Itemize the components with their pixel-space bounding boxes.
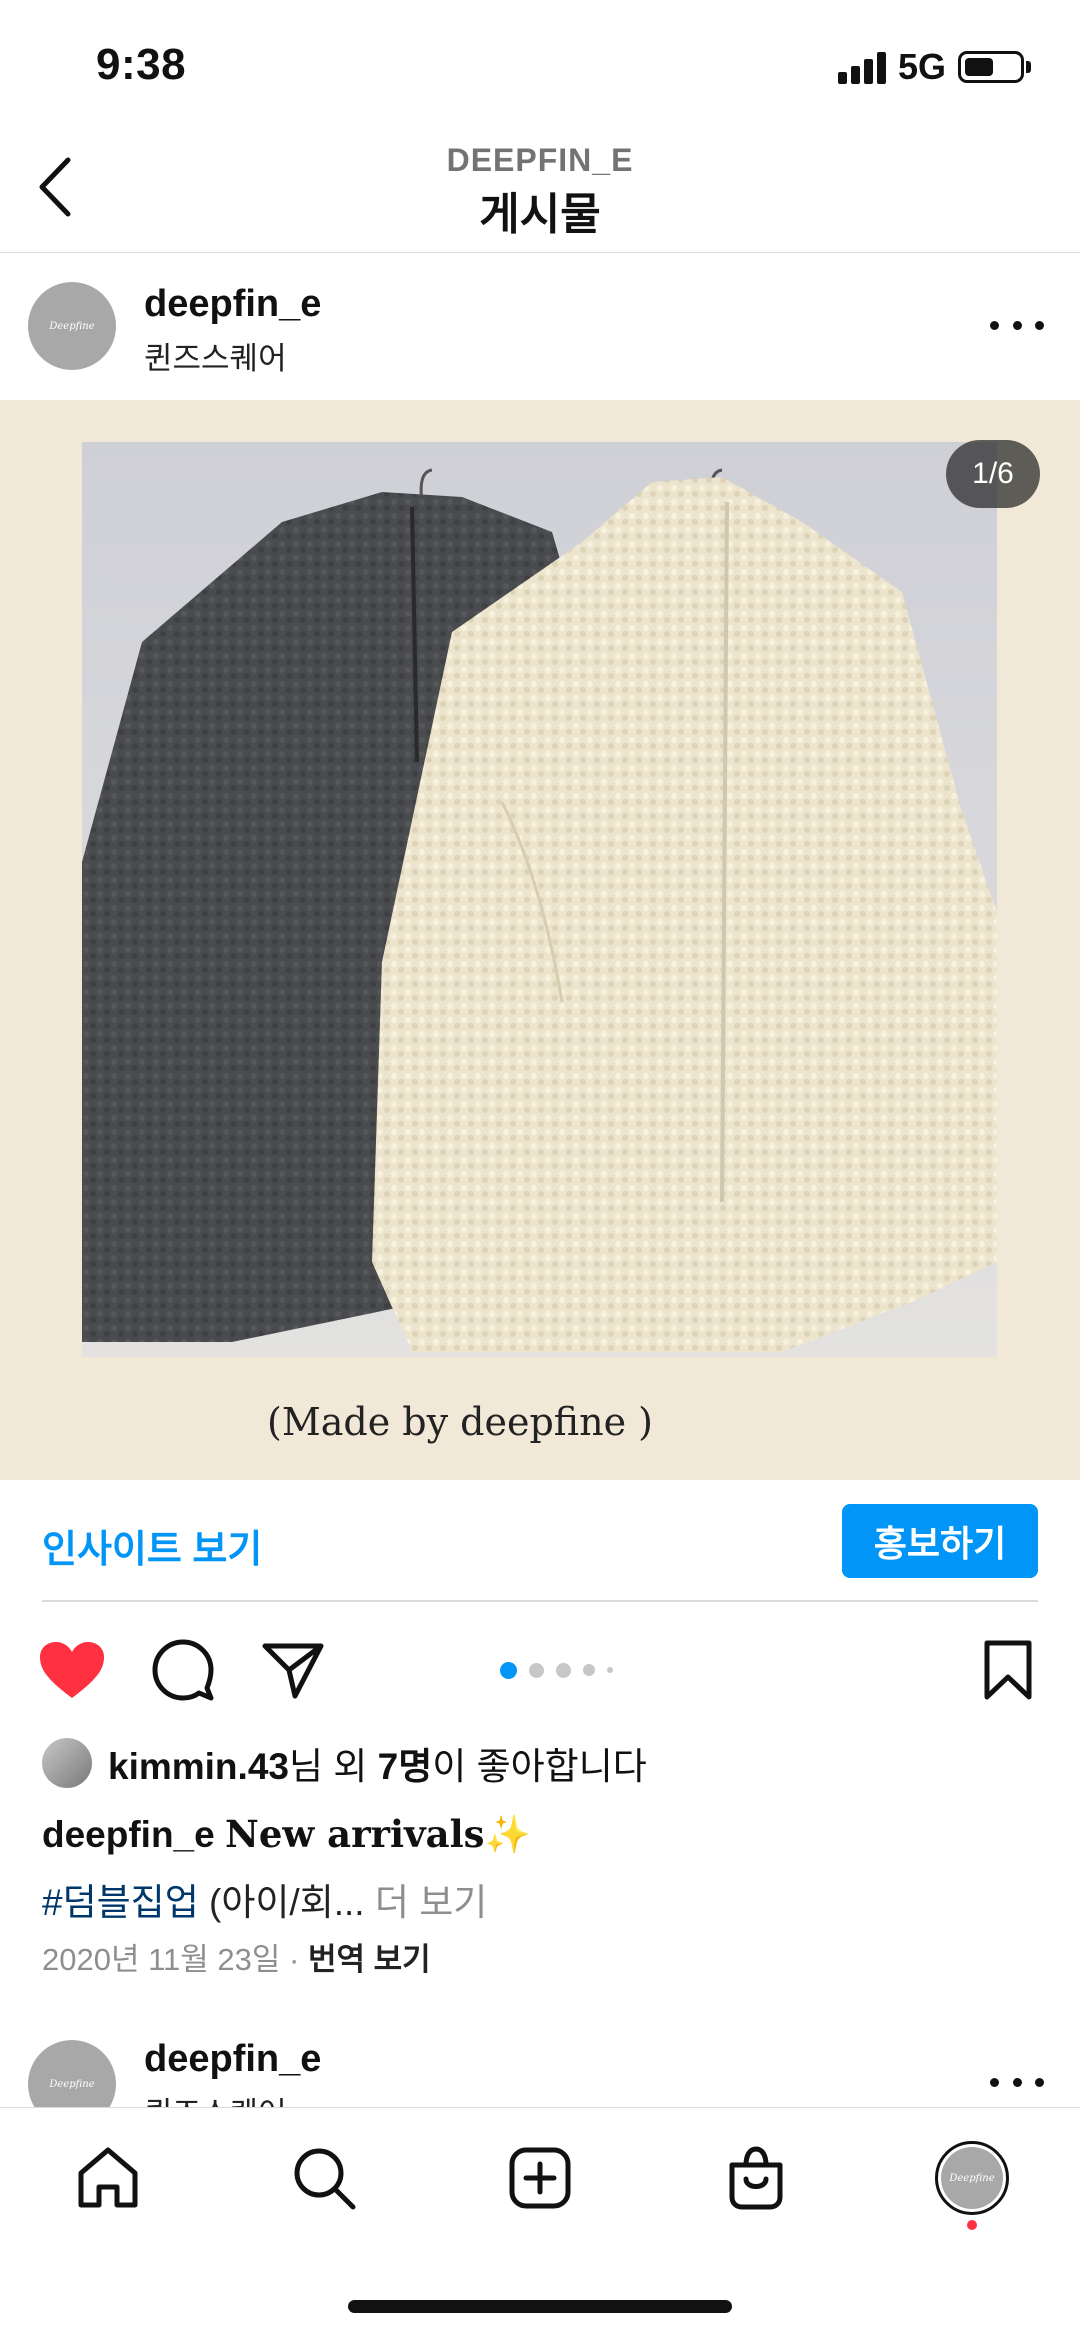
- comment-icon: [152, 1639, 214, 1701]
- status-time: 9:38: [96, 40, 187, 89]
- nav-profile-button[interactable]: Deepfine: [932, 2138, 1012, 2218]
- share-icon: [262, 1643, 324, 1699]
- post-image[interactable]: (Made by deepfine ) 1/6: [0, 400, 1080, 1480]
- more-options-button[interactable]: [990, 305, 1044, 345]
- heart-icon: [40, 1642, 104, 1698]
- network-type: 5G: [898, 46, 947, 87]
- home-indicator: [348, 2300, 732, 2313]
- likes-count[interactable]: 7명: [378, 1746, 433, 1787]
- insight-row: 인사이트 보기 홍보하기: [42, 1480, 1038, 1602]
- next-post-location[interactable]: 퀸즈스퀘어: [144, 2088, 287, 2107]
- caption-username[interactable]: deepfin_e: [42, 1814, 215, 1855]
- caption-line-2: #덤블집업 (아이/회... 더 보기: [42, 1872, 487, 1926]
- search-icon: [294, 2148, 356, 2210]
- sparkles-icon: ✨: [484, 1814, 531, 1855]
- likes-row[interactable]: kimmin.43님 외 7명이 좋아합니다: [42, 1733, 1042, 1793]
- status-bar: 9:38 5G: [0, 0, 1080, 130]
- translate-link[interactable]: 번역 보기: [308, 1942, 431, 1977]
- avatar-logo-text: Deepfine: [49, 320, 95, 332]
- bottom-nav: Deepfine: [0, 2107, 1080, 2337]
- profile-ring: Deepfine: [935, 2141, 1009, 2215]
- avatar[interactable]: Deepfine: [28, 282, 116, 370]
- like-button[interactable]: [36, 1638, 108, 1702]
- comment-button[interactable]: [150, 1638, 216, 1702]
- nav-create-button[interactable]: [500, 2138, 580, 2218]
- battery-icon: [958, 51, 1024, 83]
- carousel-dot: [607, 1667, 613, 1673]
- top-header: DEEPFIN_E 게시물: [0, 130, 1080, 253]
- more-icon: [990, 2077, 999, 2087]
- post-meta: 2020년 11월 23일 · 번역 보기: [42, 1942, 431, 1977]
- nav-search-button[interactable]: [284, 2138, 364, 2218]
- carousel-dot-active: [500, 1661, 517, 1679]
- image-counter: 1/6: [946, 440, 1040, 508]
- screen: 9:38 5G DEEPFIN_E 게시물 Deepfine deepfin_e…: [0, 0, 1080, 2337]
- avatar-logo-text: Deepfine: [49, 2078, 95, 2090]
- more-icon: [990, 320, 999, 330]
- bookmark-button[interactable]: [980, 1638, 1036, 1702]
- nav-home-button[interactable]: [68, 2138, 148, 2218]
- action-row: [0, 1602, 1080, 1732]
- next-post-header: Deepfine deepfin_e 퀸즈스퀘어: [0, 2022, 1080, 2107]
- liker-avatar: [42, 1738, 92, 1788]
- post-location[interactable]: 퀸즈스퀘어: [144, 333, 287, 378]
- next-more-options-button[interactable]: [990, 2062, 1044, 2102]
- caption-text: New arrivals: [225, 1812, 485, 1856]
- signal-icon: [838, 50, 888, 84]
- create-icon: [509, 2147, 571, 2209]
- page-title: 게시물: [479, 190, 601, 239]
- carousel-dot: [529, 1662, 544, 1678]
- share-button[interactable]: [260, 1638, 326, 1702]
- caption-truncated: (아이/회...: [198, 1882, 365, 1923]
- view-insights-link[interactable]: 인사이트 보기: [42, 1518, 262, 1573]
- bookmark-icon: [984, 1640, 1032, 1700]
- avatar-logo-text: Deepfine: [949, 2172, 995, 2184]
- jackets-illustration: [82, 468, 997, 1352]
- profile-avatar: Deepfine: [941, 2147, 1003, 2209]
- post-caption: deepfin_e New arrivals✨: [42, 1812, 531, 1857]
- liker-username[interactable]: kimmin.43: [108, 1746, 289, 1787]
- carousel-dot: [583, 1664, 595, 1676]
- hashtag-link[interactable]: #덤블집업: [42, 1882, 199, 1923]
- next-post-username[interactable]: deepfin_e: [144, 2038, 321, 2081]
- more-link[interactable]: 더 보기: [365, 1882, 487, 1923]
- shop-icon: [729, 2146, 783, 2210]
- avatar[interactable]: Deepfine: [28, 2040, 116, 2107]
- image-caption: (Made by deepfine ): [267, 1400, 653, 1444]
- post-header: Deepfine deepfin_e 퀸즈스퀘어: [0, 253, 1080, 400]
- promote-button[interactable]: 홍보하기: [842, 1504, 1038, 1578]
- post-username[interactable]: deepfin_e: [144, 283, 321, 326]
- post-date: 2020년 11월 23일: [42, 1942, 281, 1977]
- battery-tip: [1026, 61, 1031, 73]
- notification-dot: [967, 2220, 977, 2230]
- nav-shop-button[interactable]: [716, 2138, 796, 2218]
- likes-text: kimmin.43님 외 7명이 좋아합니다: [108, 1746, 647, 1787]
- jacket-photo: [82, 442, 997, 1357]
- carousel-dot: [556, 1662, 571, 1678]
- home-icon: [78, 2147, 138, 2208]
- header-subtitle: DEEPFIN_E: [446, 142, 634, 178]
- carousel-dots: [500, 1660, 613, 1680]
